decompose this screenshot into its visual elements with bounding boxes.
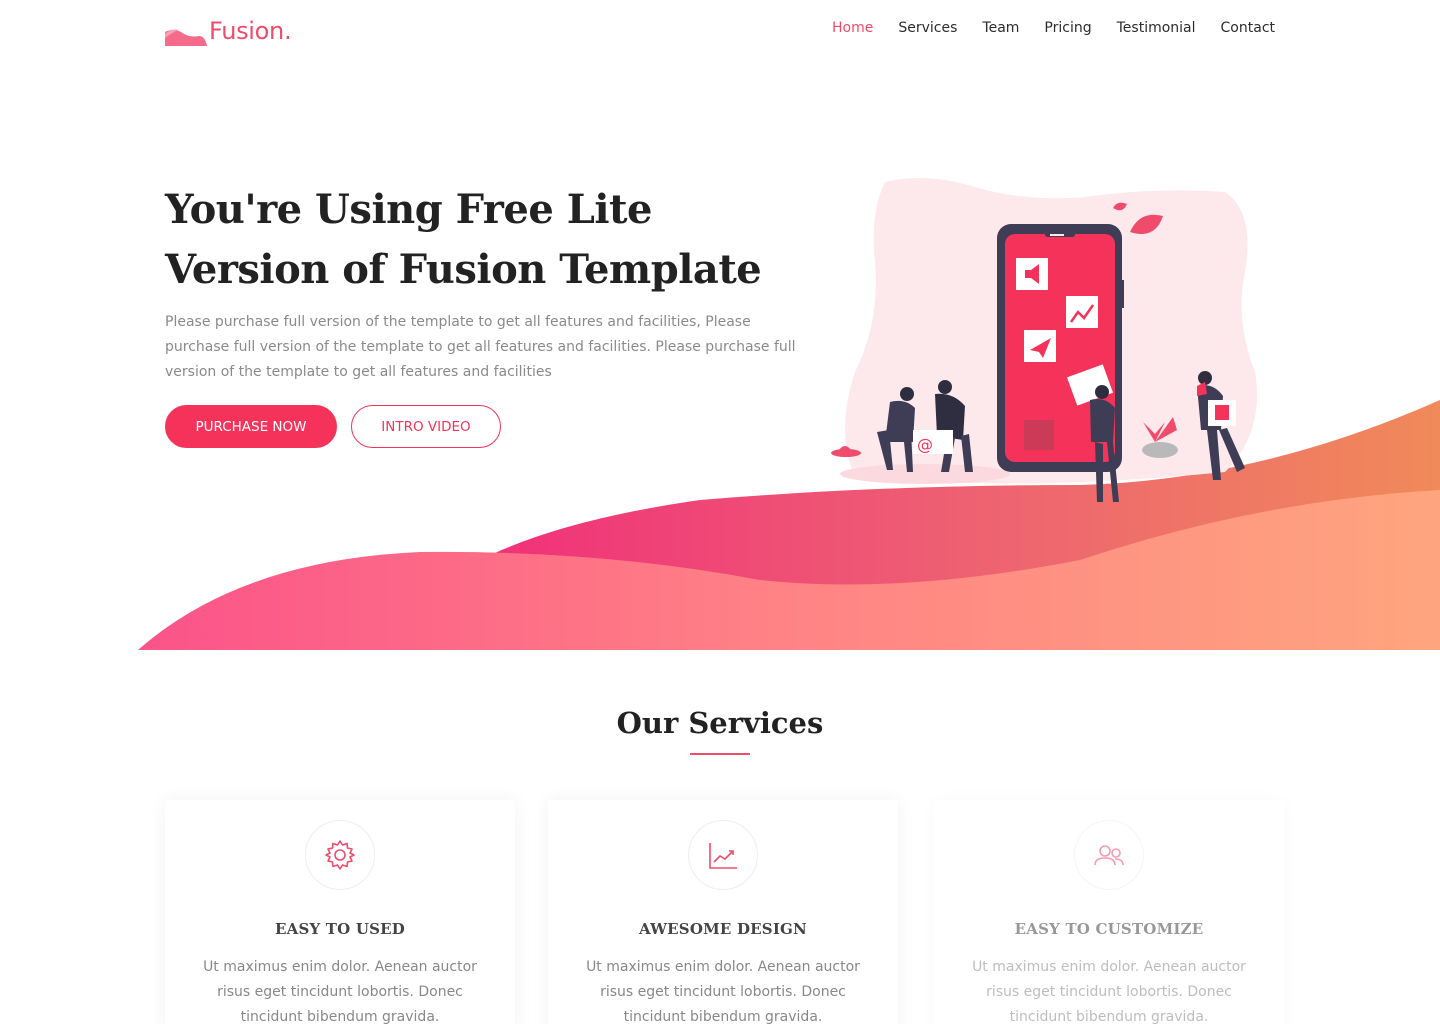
hero-illustration: @ <box>831 178 1257 502</box>
service-card-text: Ut maximus enim dolor. Aenean auctor ris… <box>586 959 860 1024</box>
hero-title-line2: Version of Fusion Template <box>165 246 762 293</box>
service-card-title: Easy to Used <box>274 920 406 938</box>
users-icon <box>1074 820 1144 890</box>
service-card-title: Awesome Design <box>639 920 807 938</box>
gear-icon <box>305 820 375 890</box>
service-card-title: Easy to Customize <box>1014 920 1204 938</box>
service-card-easy-to-customize[interactable]: Easy to Customize Ut maximus enim dolor.… <box>934 800 1284 1024</box>
service-card-text: Ut maximus enim dolor. Aenean auctor ris… <box>203 959 477 1024</box>
service-card-text: Ut maximus enim dolor. Aenean auctor ris… <box>972 959 1246 1024</box>
nav-item-pricing[interactable]: Pricing <box>1044 20 1091 36</box>
nav-item-contact[interactable]: Contact <box>1221 20 1275 36</box>
intro-video-button[interactable]: Intro Video <box>351 405 501 448</box>
navbar: Fusion. Home Services Team Pricing Testi… <box>0 0 1440 64</box>
logo-text: Fusion. <box>209 17 292 45</box>
purchase-now-button[interactable]: Purchase Now <box>165 405 337 448</box>
logo-mark-icon <box>165 29 207 46</box>
nav-menu: Home Services Team Pricing Testimonial C… <box>807 19 1275 37</box>
nav-item-testimonial[interactable]: Testimonial <box>1117 20 1196 36</box>
nav-item-home[interactable]: Home <box>832 20 873 36</box>
chart-icon <box>688 820 758 890</box>
service-card-easy-to-used[interactable]: Easy to Used Ut maximus enim dolor. Aene… <box>165 800 515 1024</box>
logo[interactable]: Fusion. <box>165 16 292 46</box>
services-title-underline <box>690 753 750 755</box>
hero-description: Please purchase full version of the temp… <box>165 314 796 380</box>
nav-item-team[interactable]: Team <box>982 20 1019 36</box>
nav-item-services[interactable]: Services <box>898 20 957 36</box>
services-title: Our Services <box>616 706 824 740</box>
hero-title-line1: You're Using Free Lite <box>165 186 652 233</box>
svg-text:@: @ <box>917 435 933 454</box>
hero-title: You're Using Free Lite Version of Fusion… <box>165 180 805 300</box>
service-card-awesome-design[interactable]: Awesome Design Ut maximus enim dolor. Ae… <box>548 800 898 1024</box>
